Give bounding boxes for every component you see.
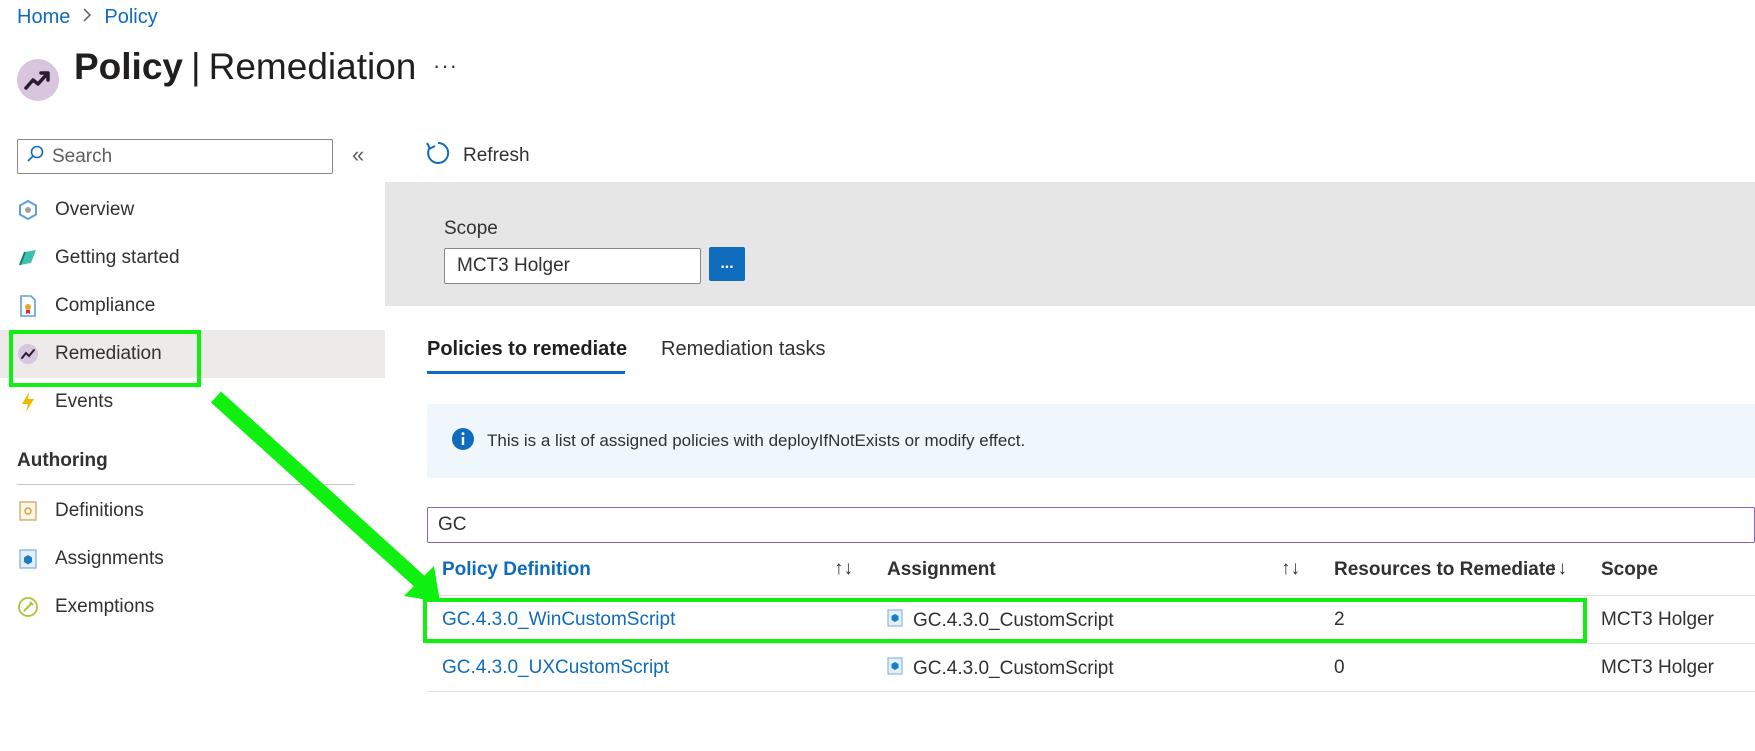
row2-resources: 0 — [1334, 657, 1345, 678]
column-header-assignment[interactable]: Assignment — [887, 559, 996, 581]
sort-policy-definition-icon[interactable]: ↑↓ — [834, 558, 853, 580]
page-title: Policy | Remediation — [74, 46, 416, 88]
row-highlight-box — [423, 598, 1587, 643]
sidebar-item-label: Getting started — [55, 247, 180, 268]
title-pipe: | — [191, 46, 201, 87]
more-actions-button[interactable]: ··· — [433, 53, 458, 79]
sidebar-item-getting-started[interactable]: Getting started — [0, 234, 385, 282]
events-icon — [17, 391, 39, 413]
info-text: This is a list of assigned policies with… — [487, 431, 1026, 450]
refresh-icon — [425, 140, 451, 172]
scope-picker-button[interactable]: ... — [709, 247, 745, 281]
refresh-button[interactable]: Refresh — [425, 140, 530, 172]
breadcrumb-separator — [82, 7, 92, 28]
breadcrumb-home-link[interactable]: Home — [17, 6, 70, 29]
search-icon — [26, 145, 44, 168]
active-tab-indicator — [427, 371, 625, 374]
refresh-label: Refresh — [463, 145, 530, 166]
exemptions-icon — [17, 596, 39, 618]
authoring-section-title: Authoring — [17, 450, 108, 471]
tab-remediation-tasks[interactable]: Remediation tasks — [661, 338, 826, 361]
row2-assignment: GC.4.3.0_CustomScript — [887, 657, 1114, 681]
compliance-icon — [17, 295, 39, 317]
sidebar-search-input[interactable]: Search — [17, 139, 333, 174]
collapse-sidebar-button[interactable]: « — [352, 142, 364, 168]
row2-assignment-label: GC.4.3.0_CustomScript — [913, 658, 1114, 679]
overview-icon — [17, 199, 39, 221]
row2-scope: MCT3 Holger — [1601, 657, 1714, 678]
row-divider — [427, 691, 1755, 692]
policy-trend-icon — [17, 59, 59, 101]
sidebar-item-label: Assignments — [55, 548, 164, 569]
column-header-resources[interactable]: Resources to Remediate — [1334, 559, 1556, 581]
sort-assignment-icon[interactable]: ↑↓ — [1281, 558, 1300, 580]
section-divider — [17, 484, 355, 485]
column-header-scope[interactable]: Scope — [1601, 559, 1658, 581]
info-banner: This is a list of assigned policies with… — [427, 404, 1755, 478]
assignment-icon — [887, 657, 903, 681]
tab-policies-to-remediate[interactable]: Policies to remediate — [427, 338, 627, 361]
page-title-rest: Remediation — [208, 46, 417, 87]
sidebar-item-exemptions[interactable]: Exemptions — [0, 583, 385, 631]
sidebar-item-compliance[interactable]: Compliance — [0, 282, 385, 330]
filter-input[interactable]: GC — [427, 507, 1755, 543]
sidebar-item-definitions[interactable]: Definitions — [0, 487, 385, 535]
breadcrumb-policy-link[interactable]: Policy — [104, 6, 157, 29]
sidebar-item-label: Events — [55, 391, 114, 412]
scope-label: Scope — [444, 218, 498, 239]
sort-resources-icon[interactable]: ↑↓ — [1548, 558, 1567, 580]
search-placeholder: Search — [52, 145, 113, 167]
sidebar-item-label: Definitions — [55, 500, 144, 521]
sidebar-item-label: Compliance — [55, 295, 156, 316]
row2-policy-link[interactable]: GC.4.3.0_UXCustomScript — [442, 657, 669, 679]
column-header-policy-definition[interactable]: Policy Definition — [442, 559, 591, 581]
page-title-bold: Policy — [74, 46, 183, 87]
breadcrumb: Home Policy — [17, 6, 158, 29]
definitions-icon — [17, 500, 39, 522]
sidebar-item-overview[interactable]: Overview — [0, 186, 385, 234]
sidebar-item-assignments[interactable]: Assignments — [0, 535, 385, 583]
row1-scope: MCT3 Holger — [1601, 609, 1714, 630]
assignments-icon — [17, 548, 39, 570]
row-divider — [427, 643, 1755, 644]
sidebar-item-label: Exemptions — [55, 596, 155, 617]
header-divider — [427, 595, 1755, 596]
info-icon — [451, 427, 475, 456]
scope-panel — [385, 182, 1755, 306]
scope-field[interactable]: MCT3 Holger — [444, 248, 701, 284]
remediation-highlight-box — [9, 330, 201, 387]
sidebar-item-label: Overview — [55, 199, 135, 220]
getting-started-icon — [17, 247, 39, 269]
